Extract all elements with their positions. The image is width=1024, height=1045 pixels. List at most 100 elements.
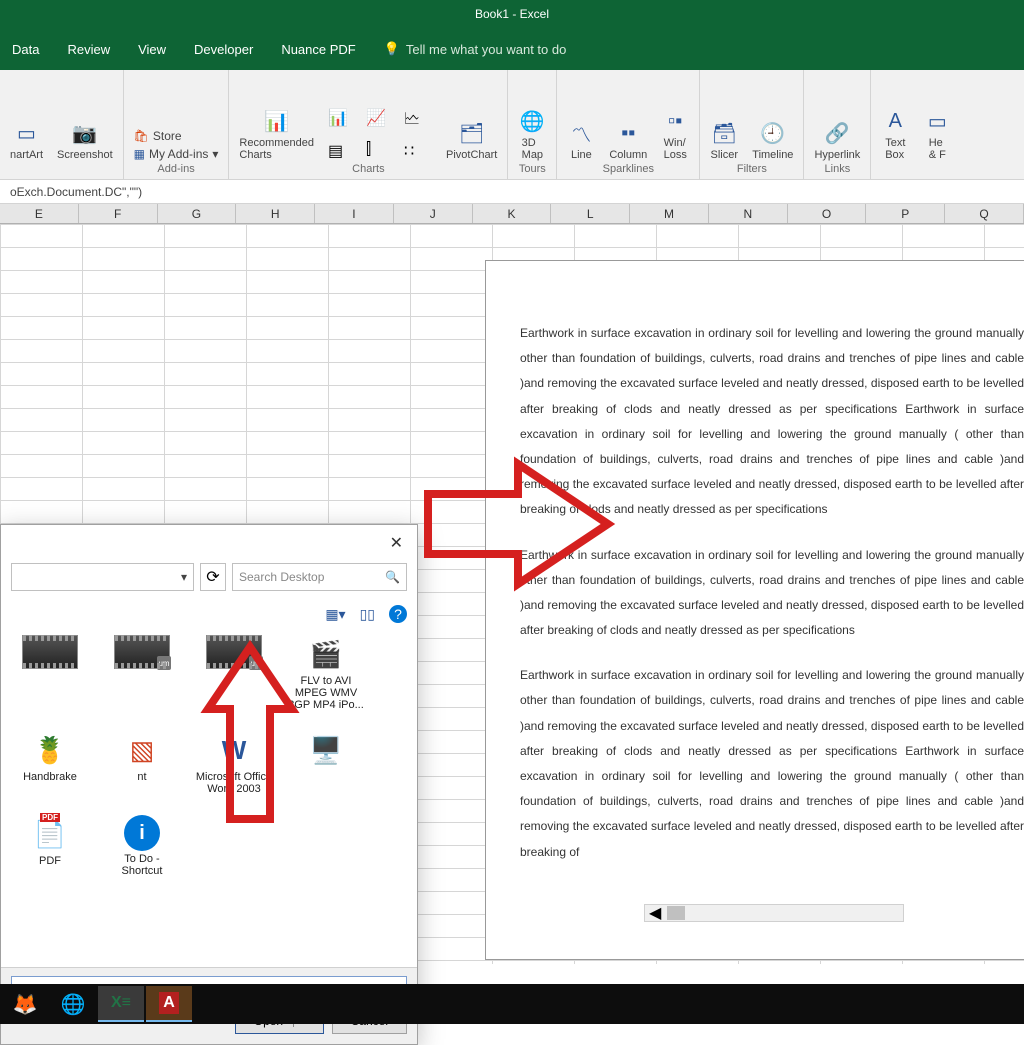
file-label: FLV to AVI MPEG WMV 3GP MP4 iPo... bbox=[287, 675, 365, 711]
col-header[interactable]: E bbox=[0, 204, 79, 223]
refresh-icon: ⟳ bbox=[206, 567, 219, 587]
taskbar-firefox[interactable]: 🦊 bbox=[2, 986, 48, 1022]
group-filters-label: Filters bbox=[737, 161, 767, 177]
view-options-icon[interactable]: ▦▾ bbox=[325, 606, 345, 623]
pivot-chart-label: PivotChart bbox=[446, 149, 497, 161]
screenshot-button[interactable]: 📷 Screenshot bbox=[57, 119, 113, 161]
timeline-button[interactable]: 🕘Timeline bbox=[752, 119, 793, 161]
sparkline-winloss-button[interactable]: ▫▪Win/ Loss bbox=[661, 107, 689, 161]
hyperlink-button[interactable]: 🔗Hyperlink bbox=[814, 119, 860, 161]
group-label bbox=[60, 161, 63, 177]
col-header[interactable]: J bbox=[394, 204, 473, 223]
help-icon[interactable]: ? bbox=[389, 605, 407, 623]
col-header[interactable]: F bbox=[79, 204, 158, 223]
tell-me[interactable]: 💡 Tell me what you want to do bbox=[384, 41, 567, 57]
col-header[interactable]: N bbox=[709, 204, 788, 223]
text-box-label: Text Box bbox=[885, 137, 905, 161]
col-header[interactable]: O bbox=[788, 204, 867, 223]
preview-pane-icon[interactable]: ▯▯ bbox=[360, 606, 375, 623]
hyperlink-label: Hyperlink bbox=[814, 149, 860, 161]
formula-bar[interactable]: oExch.Document.DC","") bbox=[0, 180, 1024, 204]
slicer-button[interactable]: 🗃Slicer bbox=[710, 119, 738, 161]
screenshot-label: Screenshot bbox=[57, 149, 113, 161]
file-item-video2[interactable]: um bbox=[103, 635, 181, 711]
bar-horiz-icon[interactable]: ▤ bbox=[328, 141, 356, 161]
file-item-video3[interactable]: um bbox=[195, 635, 273, 711]
file-item-pdf[interactable]: 📄PDFPDF bbox=[11, 815, 89, 877]
ribbon: ▭ nartArt 📷 Screenshot 🛍Store ▦My Add-in… bbox=[0, 70, 1024, 180]
pivot-chart-icon: 🗂 bbox=[458, 119, 486, 147]
text-box-button[interactable]: AText Box bbox=[881, 107, 909, 161]
ribbon-tabs: Data Review View Developer Nuance PDF 💡 … bbox=[0, 28, 1024, 70]
scatter-chart-icon[interactable]: ∷ bbox=[404, 141, 432, 161]
timeline-label: Timeline bbox=[752, 149, 793, 161]
3d-map-button[interactable]: 🌐 3D Map bbox=[518, 107, 546, 161]
col-header[interactable]: M bbox=[630, 204, 709, 223]
file-label: PDF bbox=[39, 855, 61, 867]
file-label: Handbrake bbox=[23, 771, 77, 783]
chart-types-grid: 📊 📈 🗠 ▤ ⫿ ∷ bbox=[328, 108, 432, 161]
path-combobox[interactable]: ▾ bbox=[11, 563, 194, 591]
tab-developer[interactable]: Developer bbox=[194, 42, 253, 57]
line-chart-icon[interactable]: 📈 bbox=[366, 108, 394, 135]
sparkline-winloss-icon: ▫▪ bbox=[661, 107, 689, 135]
my-addins-button[interactable]: ▦My Add-ins▾ bbox=[134, 147, 219, 161]
search-box[interactable]: Search Desktop 🔍 bbox=[232, 563, 407, 591]
file-item-handbrake[interactable]: 🍍Handbrake bbox=[11, 731, 89, 795]
col-header[interactable]: K bbox=[473, 204, 552, 223]
col-header[interactable]: Q bbox=[945, 204, 1024, 223]
col-header[interactable]: I bbox=[315, 204, 394, 223]
embedded-pdf-object[interactable]: Earthwork in surface excavation in ordin… bbox=[485, 260, 1024, 960]
smartart-button[interactable]: ▭ nartArt bbox=[10, 119, 43, 161]
col-header[interactable]: G bbox=[158, 204, 237, 223]
group-text-label bbox=[915, 161, 918, 177]
stock-chart-icon[interactable]: ⫿ bbox=[366, 141, 394, 161]
dialog-toolbar: ▦▾ ▯▯ ? bbox=[11, 601, 407, 627]
taskbar-chrome[interactable]: 🌐 bbox=[50, 986, 96, 1022]
window-title: Book1 - Excel bbox=[475, 7, 549, 21]
tab-nuance-pdf[interactable]: Nuance PDF bbox=[281, 42, 355, 57]
bar-chart-icon[interactable]: 📊 bbox=[328, 108, 356, 135]
refresh-button[interactable]: ⟳ bbox=[200, 563, 226, 591]
sparkline-column-button[interactable]: ▪▪Column bbox=[609, 119, 647, 161]
scroll-left-icon[interactable]: ◀ bbox=[645, 903, 665, 923]
col-header[interactable]: P bbox=[866, 204, 945, 223]
col-header[interactable]: H bbox=[236, 204, 315, 223]
scrollbar-thumb[interactable] bbox=[667, 906, 685, 920]
formula-text: oExch.Document.DC","") bbox=[4, 185, 142, 199]
file-item-partial-nt[interactable]: ▧nt bbox=[103, 731, 181, 795]
info-icon: i bbox=[124, 815, 160, 851]
tell-me-text: Tell me what you want to do bbox=[406, 42, 566, 57]
doc-paragraph: Earthwork in surface excavation in ordin… bbox=[520, 321, 1024, 523]
slicer-label: Slicer bbox=[711, 149, 739, 161]
tab-data[interactable]: Data bbox=[12, 42, 39, 57]
group-links-label: Links bbox=[825, 161, 851, 177]
sparkline-column-icon: ▪▪ bbox=[614, 119, 642, 147]
horizontal-scrollbar[interactable]: ◀ bbox=[644, 904, 904, 922]
excel-icon: X≡ bbox=[111, 994, 131, 1012]
col-header[interactable]: L bbox=[551, 204, 630, 223]
file-item-todo[interactable]: iTo Do - Shortcut bbox=[103, 815, 181, 877]
file-item-monitor[interactable]: 🖥️ bbox=[287, 731, 365, 795]
recommended-charts-button[interactable]: 📊 Recommended Charts bbox=[239, 107, 314, 161]
store-button[interactable]: 🛍Store bbox=[134, 129, 219, 143]
pivot-chart-button[interactable]: 🗂 PivotChart bbox=[446, 119, 497, 161]
taskbar-excel[interactable]: X≡ bbox=[98, 986, 144, 1022]
file-item-video1[interactable] bbox=[11, 635, 89, 711]
file-list: um um 🎬FLV to AVI MPEG WMV 3GP MP4 iPo..… bbox=[11, 635, 407, 915]
taskbar-acrobat[interactable]: A bbox=[146, 986, 192, 1022]
area-chart-icon[interactable]: 🗠 bbox=[404, 108, 432, 135]
file-item-word-2003[interactable]: WMicrosoft Office Word 2003 bbox=[195, 731, 273, 795]
group-addins-label: Add-ins bbox=[157, 161, 194, 177]
file-item-flv-converter[interactable]: 🎬FLV to AVI MPEG WMV 3GP MP4 iPo... bbox=[287, 635, 365, 711]
sparkline-line-button[interactable]: 〽Line bbox=[567, 119, 595, 161]
tab-view[interactable]: View bbox=[138, 42, 166, 57]
smartart-label: nartArt bbox=[10, 149, 43, 161]
close-button[interactable]: ✕ bbox=[382, 531, 411, 555]
acrobat-icon: A bbox=[159, 992, 179, 1014]
header-footer-button[interactable]: ▭He & F bbox=[923, 107, 951, 161]
open-file-dialog: ✕ ▾ ⟳ Search Desktop 🔍 ▦▾ ▯▯ ? um um 🎬FL… bbox=[0, 524, 418, 1045]
worksheet-grid[interactable]: Earthwork in surface excavation in ordin… bbox=[0, 224, 1024, 964]
doc-paragraph: Earthwork in surface excavation in ordin… bbox=[520, 663, 1024, 865]
tab-review[interactable]: Review bbox=[67, 42, 110, 57]
